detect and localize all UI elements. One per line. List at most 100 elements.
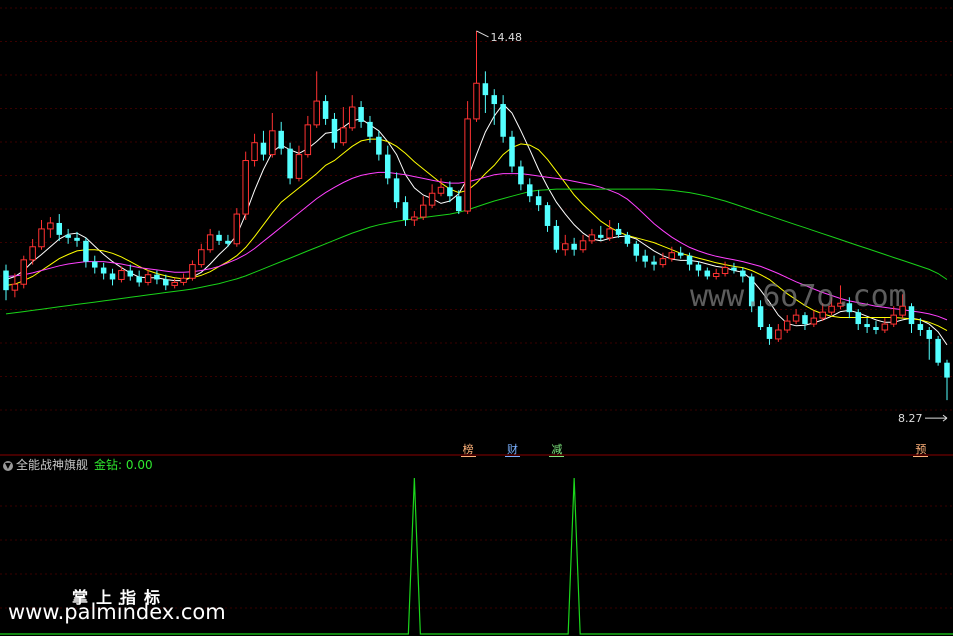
candle-body-down <box>624 234 631 244</box>
candle-body-down <box>322 101 329 119</box>
candle-body-up <box>606 228 613 239</box>
candle-body-down <box>944 362 950 378</box>
candle-body-up <box>180 277 187 283</box>
candle-body-up <box>437 186 445 194</box>
candle-body-down <box>216 234 222 241</box>
candle-body-up <box>775 329 782 340</box>
candle-body-up <box>313 100 320 126</box>
candle-body-up <box>11 283 19 291</box>
candle-body-down <box>278 130 284 149</box>
indicator-value-label: 金钻: 0.00 <box>94 458 153 472</box>
candle-body-down <box>633 243 640 256</box>
candle-body-up <box>206 234 214 251</box>
signal-marker: 减 <box>549 443 565 457</box>
signal-marker: 预 <box>913 443 929 457</box>
candle-body-up <box>304 124 312 156</box>
high-price-label: 14.48 <box>491 31 523 44</box>
candle-body-down <box>740 270 746 277</box>
candle-body-down <box>65 234 71 238</box>
watermark-site: www.6o7o.com <box>690 279 907 314</box>
candle-body-up <box>269 130 276 156</box>
candle-body-down <box>677 252 684 256</box>
candle-body-up <box>668 252 676 260</box>
candle-body-down <box>331 118 338 143</box>
candle-body-down <box>260 142 267 155</box>
candle-body-down <box>651 261 657 265</box>
candle-body-down <box>367 121 373 137</box>
candle-body-up <box>721 267 729 275</box>
signal-marker: 榜 <box>460 443 476 457</box>
candle-body-down <box>74 237 80 241</box>
candle-body-down <box>873 327 879 330</box>
collapse-toggle-icon[interactable]: ▼ <box>3 460 13 471</box>
stock-chart-svg: 14.48 8.27 <box>0 7 953 635</box>
candle-body-up <box>659 258 667 266</box>
candle-body-down <box>482 83 489 96</box>
candle-body-up <box>118 270 125 280</box>
candle-body-up <box>473 82 480 120</box>
candle-body-up <box>890 314 897 325</box>
candle-body-down <box>704 270 711 277</box>
candle-body-up <box>340 127 347 144</box>
candle-body-up <box>189 264 196 279</box>
candle-body-up <box>792 314 800 322</box>
candle-body-up <box>251 142 258 162</box>
candle-body-down <box>56 222 63 235</box>
candle-body-down <box>917 324 924 330</box>
candle-body-down <box>287 148 293 179</box>
low-pointer <box>925 414 948 422</box>
candle-body-down <box>154 274 160 280</box>
candle-body-up <box>38 228 45 248</box>
candle-body-up <box>233 213 241 245</box>
candle-body-up <box>171 281 178 286</box>
watermark-url: www.palmindex.com <box>8 600 226 624</box>
candle-body-up <box>428 192 436 206</box>
candle-body-down <box>447 187 453 197</box>
candle-body-down <box>402 202 409 220</box>
candle-body-down <box>802 315 808 325</box>
candle-body-up <box>419 204 427 218</box>
candle-body-down <box>731 267 737 271</box>
candle-body-down <box>686 255 693 265</box>
candle-body-down <box>571 243 577 250</box>
candle-body-up <box>411 216 418 221</box>
chart-window: { "chart_data": [ { "type": "candlestick… <box>0 0 953 636</box>
candle-body-down <box>598 234 604 238</box>
candle-body-down <box>455 196 462 212</box>
signal-marker: 财 <box>505 443 520 457</box>
candle-body-down <box>100 267 107 274</box>
candle-body-up <box>464 118 471 212</box>
candle-body-down <box>908 306 915 325</box>
candle-body-up <box>144 274 152 283</box>
candle-body-down <box>509 136 515 167</box>
candle-body-down <box>393 178 400 203</box>
candle-body-down <box>358 107 364 122</box>
candle-body-down <box>384 154 391 179</box>
candle-body-down <box>127 270 134 277</box>
candle-body-up <box>295 154 303 179</box>
candle-body-down <box>544 205 551 226</box>
candle-body-down <box>3 270 9 291</box>
candle-body-down <box>642 255 648 262</box>
candle-body-down <box>163 279 169 286</box>
high-pointer <box>476 30 489 38</box>
candle-body-down <box>615 228 622 235</box>
candle-body-up <box>198 249 205 266</box>
candle-body-up <box>881 323 889 331</box>
candle-body-down <box>500 104 506 137</box>
candle-body-down <box>535 196 542 206</box>
candle-body-down <box>376 136 382 155</box>
candle-body-down <box>109 273 116 280</box>
candle-body-up <box>47 222 54 230</box>
candle-body-down <box>225 240 231 244</box>
low-price-label: 8.27 <box>898 412 923 425</box>
candle-body-down <box>83 240 89 262</box>
candle-body-up <box>348 106 356 129</box>
candle-body-up <box>20 259 28 285</box>
candle-body-up <box>29 246 36 261</box>
candle-body-up <box>712 273 720 277</box>
candle-body-down <box>553 225 560 250</box>
candle-body-down <box>935 338 941 363</box>
candle-body-up <box>810 317 818 325</box>
candle-body-up <box>242 160 249 215</box>
